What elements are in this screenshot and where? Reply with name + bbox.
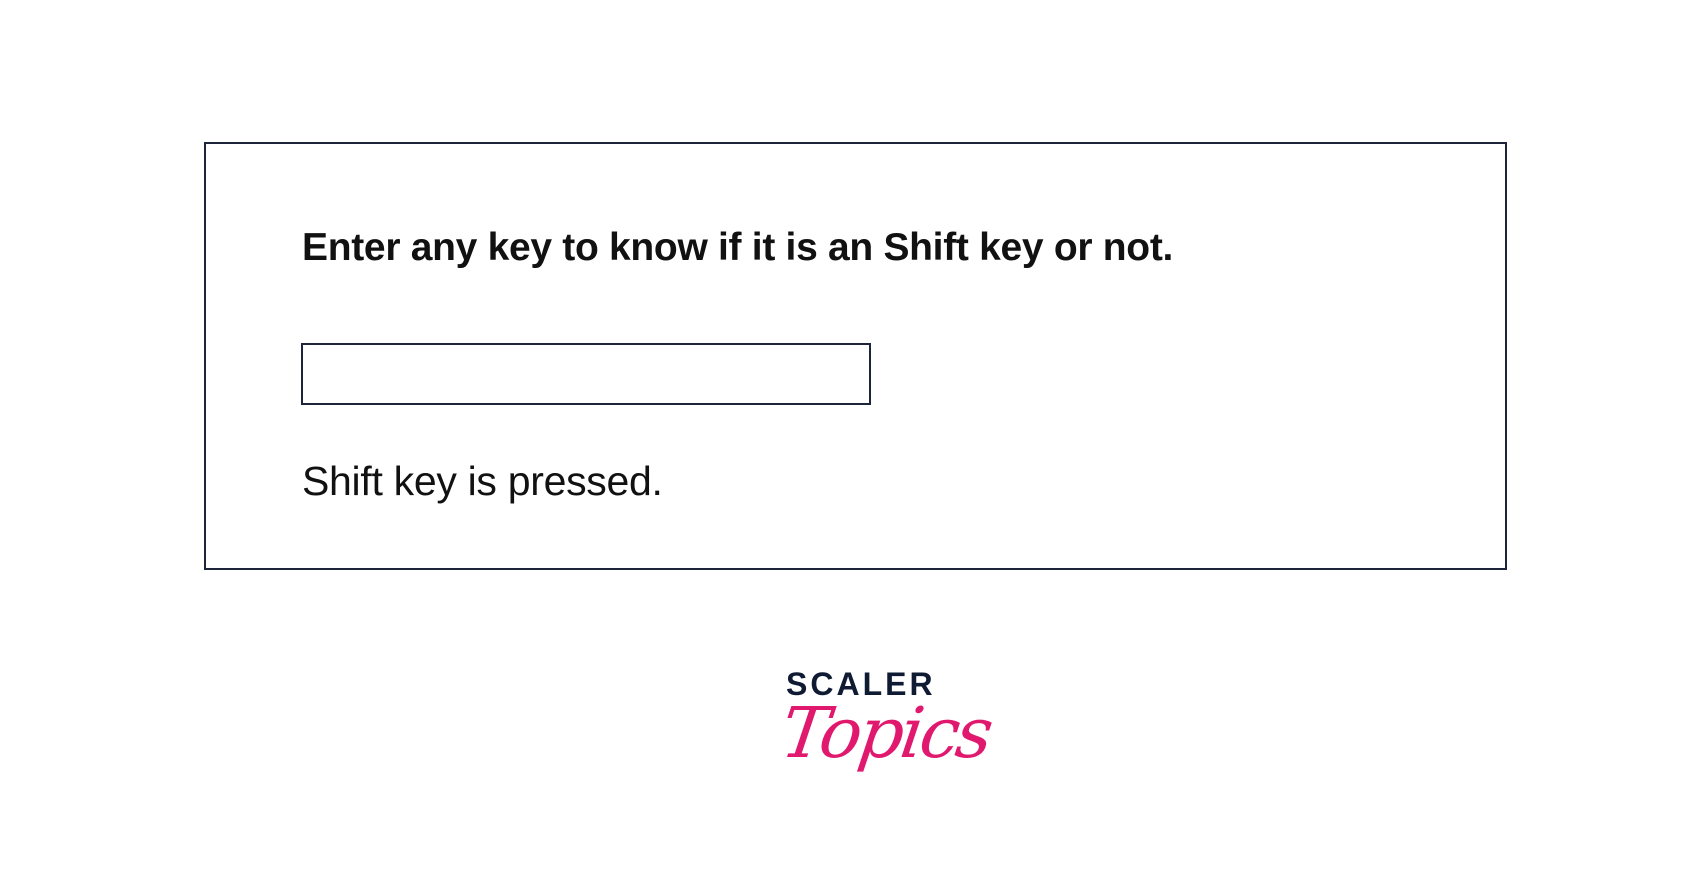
prompt-heading: Enter any key to know if it is an Shift … <box>302 226 1174 269</box>
key-input-field[interactable] <box>301 343 871 405</box>
logo-topics-text: Topics <box>776 692 996 774</box>
demo-output-frame: Enter any key to know if it is an Shift … <box>204 142 1507 570</box>
page: Enter any key to know if it is an Shift … <box>0 0 1700 886</box>
scaler-topics-logo: SCALER Topics <box>776 666 995 796</box>
result-message: Shift key is pressed. <box>302 458 663 504</box>
